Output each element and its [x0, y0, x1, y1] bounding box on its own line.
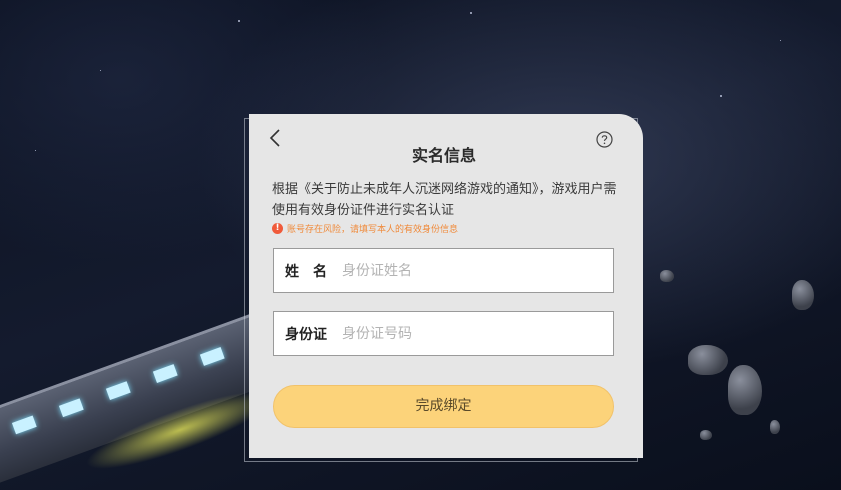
id-label: 身份证: [285, 326, 327, 343]
name-field: 姓 名: [273, 248, 614, 293]
asteroid: [792, 280, 814, 310]
id-field: 身份证: [273, 311, 614, 356]
ship-window: [152, 364, 178, 383]
star: [100, 70, 101, 71]
id-input[interactable]: [342, 325, 592, 342]
asteroid: [688, 345, 728, 375]
name-label: 姓 名: [285, 263, 327, 280]
ship-window: [58, 398, 84, 418]
star: [720, 95, 722, 97]
submit-button[interactable]: 完成绑定: [273, 385, 614, 428]
risk-warning: ! 账号存在风险，请填写本人的有效身份信息: [272, 221, 458, 235]
asteroid: [728, 365, 762, 415]
ship-window: [199, 347, 225, 366]
game-background: 实名信息 根据《关于防止未成年人沉迷网络游戏的通知》，游戏用户需使用有效身份证件…: [0, 0, 841, 490]
asteroid: [700, 430, 712, 440]
asteroid: [660, 270, 674, 282]
warning-text: 账号存在风险，请填写本人的有效身份信息: [287, 224, 459, 235]
notice-text: 根据《关于防止未成年人沉迷网络游戏的通知》，游戏用户需使用有效身份证件进行实名认…: [272, 182, 617, 218]
asteroid: [770, 420, 780, 434]
realname-dialog: 实名信息 根据《关于防止未成年人沉迷网络游戏的通知》，游戏用户需使用有效身份证件…: [249, 114, 643, 458]
star: [35, 150, 36, 151]
name-input[interactable]: [342, 262, 592, 279]
star: [470, 12, 472, 14]
dialog-title: 实名信息: [411, 146, 476, 165]
ship-window: [105, 381, 131, 401]
warning-icon: !: [272, 222, 283, 234]
ship-window: [11, 415, 37, 435]
star: [780, 40, 781, 41]
star: [238, 20, 240, 22]
